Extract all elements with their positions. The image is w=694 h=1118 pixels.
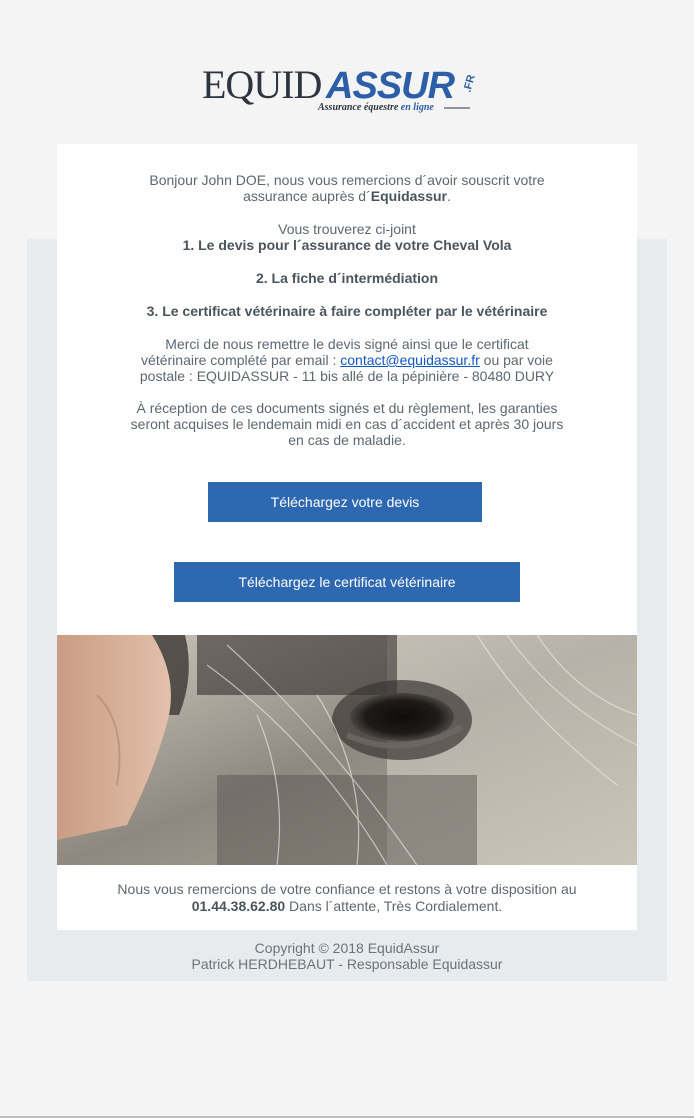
- guarantee-paragraph: À réception de ces documents signés et d…: [130, 400, 564, 448]
- intro-paragraph: Bonjour John DOE, nous vous remercions d…: [149, 172, 545, 204]
- download-certificate-button[interactable]: Téléchargez le certificat vétérinaire: [174, 562, 520, 602]
- download-devis-button[interactable]: Téléchargez votre devis: [208, 482, 482, 522]
- footer-card: Nous vous remercions de votre confiance …: [57, 865, 637, 930]
- logo-word-right: ASSUR: [325, 65, 456, 107]
- phone-number: 01.44.38.62.80: [191, 898, 286, 914]
- copyright-line: Copyright © 2018 EquidAssur: [254, 940, 440, 956]
- equidassur-logo[interactable]: EQUID ASSUR .FR Assurance équestre en li…: [200, 60, 490, 120]
- attachment-item-fiche: 2. La fiche d´intermédiation: [255, 270, 439, 286]
- attachment-item-devis: 1. Le devis pour l´assurance de votre Ch…: [182, 237, 512, 253]
- brand-name: Equidassur: [370, 188, 447, 204]
- logo-suffix: .FR: [462, 73, 478, 93]
- footer-thanks: Nous vous remercions de votre confiance …: [117, 881, 577, 897]
- signature-line: Patrick HERDHEBAUT - Responsable Equidas…: [191, 956, 503, 972]
- contact-email-link[interactable]: contact@equidassur.fr: [340, 352, 480, 368]
- message-body: Bonjour John DOE, nous vous remercions d…: [57, 172, 637, 448]
- return-paragraph: Merci de nous remettre le devis signé ai…: [139, 336, 555, 384]
- horse-eye-photo: [57, 635, 637, 865]
- footer-contact-line: 01.44.38.62.80 Dans l´attente, Très Cord…: [191, 898, 503, 914]
- attachment-item-certificat: 3. Le certificat vétérinaire à faire com…: [146, 303, 548, 319]
- copyright-block: Copyright © 2018 EquidAssur Patrick HERD…: [27, 940, 667, 972]
- logo-tagline: Assurance équestre en ligne: [317, 102, 434, 113]
- logo-word-left: EQUID: [202, 62, 322, 107]
- attachments-lead: Vous trouverez ci-joint: [278, 221, 416, 237]
